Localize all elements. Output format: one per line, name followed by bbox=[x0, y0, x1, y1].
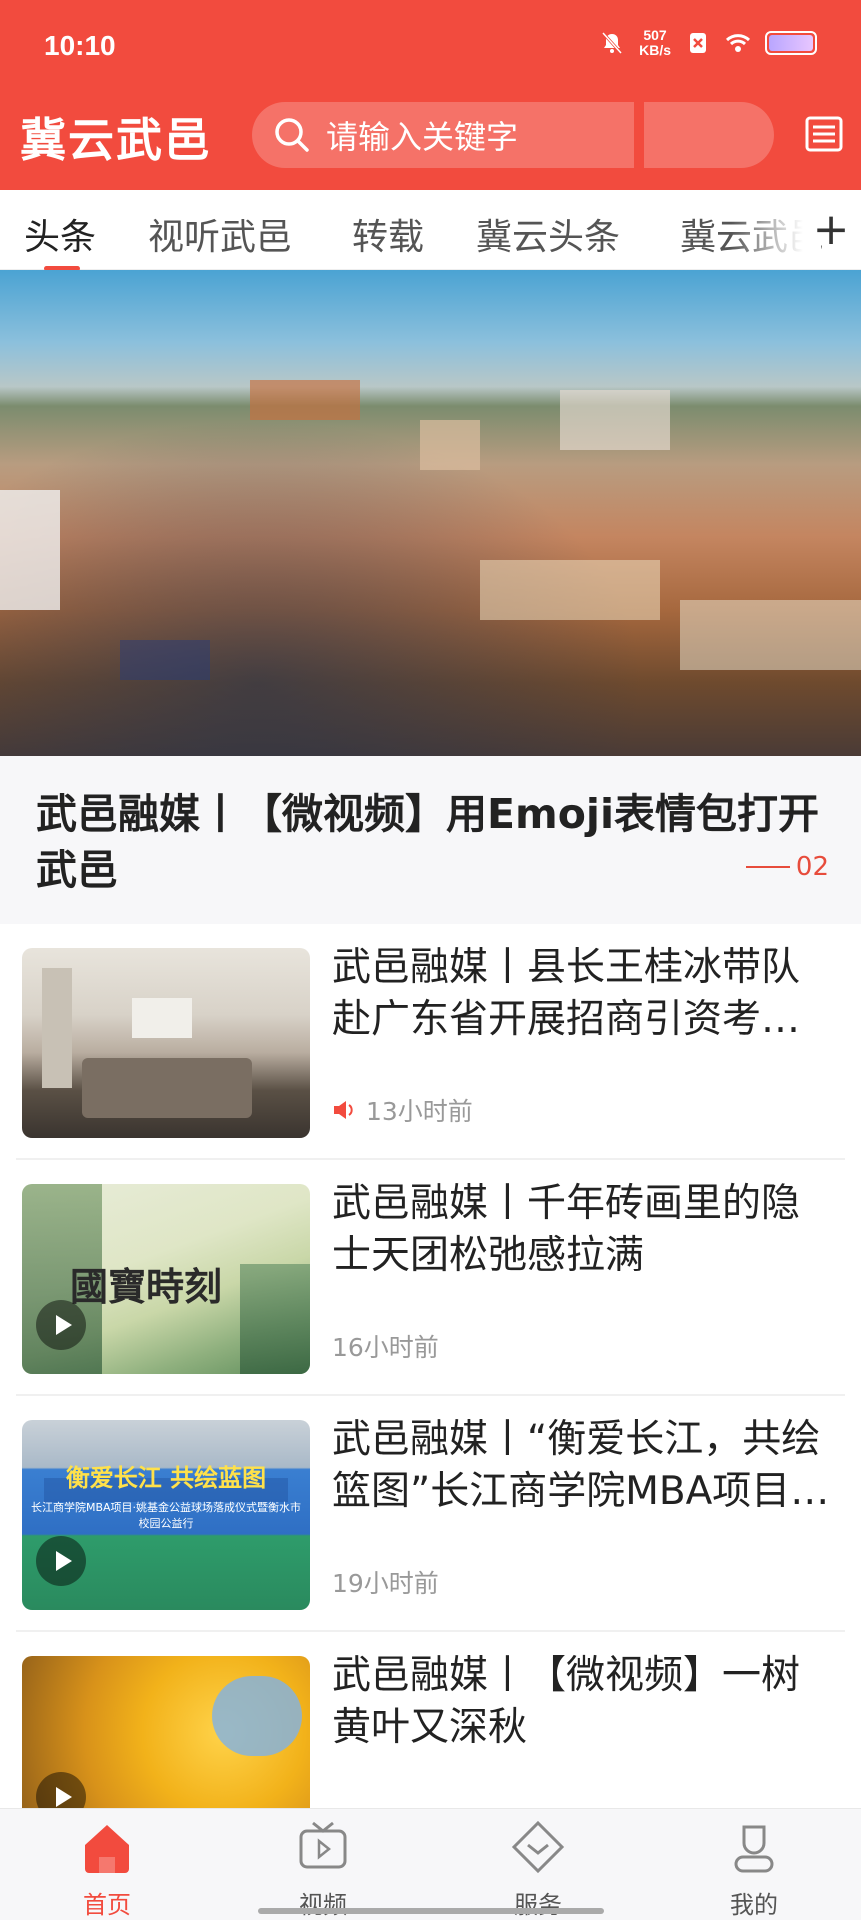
news-list-icon[interactable] bbox=[805, 116, 843, 152]
nav-home[interactable]: 首页 bbox=[47, 1817, 167, 1920]
news-time: 16小时前 bbox=[332, 1333, 439, 1362]
tab-fade-overlay bbox=[731, 190, 821, 268]
no-sim-icon bbox=[690, 33, 706, 53]
nav-label: 首页 bbox=[83, 1891, 131, 1919]
user-icon bbox=[734, 1825, 774, 1873]
search-placeholder: 请输入关键字 bbox=[326, 118, 519, 156]
news-item[interactable]: 國寶時刻 武邑融媒丨千年砖画里的隐士天团松弛感拉满 16小时前 bbox=[0, 1160, 861, 1396]
news-thumbnail bbox=[22, 948, 310, 1138]
tab-jiyun-toutiao[interactable]: 冀云头条 bbox=[476, 208, 620, 260]
status-icons: 507 KB/s bbox=[599, 28, 817, 58]
news-item[interactable]: 武邑融媒丨县长王桂冰带队赴广东省开展招商引资考察活动 13小时前 bbox=[0, 924, 861, 1160]
network-speed: 507 KB/s bbox=[639, 27, 671, 58]
tab-shiting-wuyi[interactable]: 视听武邑 bbox=[148, 208, 292, 260]
home-gesture-bar[interactable] bbox=[258, 1908, 604, 1914]
hero-title[interactable]: 武邑融媒丨【微视频】用Emoji表情包打开武邑 bbox=[36, 786, 826, 898]
add-tab-button[interactable]: + bbox=[811, 204, 851, 255]
nav-label: 我的 bbox=[730, 1891, 778, 1919]
nav-label: 服务 bbox=[514, 1891, 562, 1919]
nav-video[interactable]: 视频 bbox=[263, 1817, 383, 1920]
category-tabs: 头条 视听武邑 转载 冀云头条 冀云武邑 + bbox=[0, 190, 861, 271]
news-meta: 13小时前 bbox=[332, 1092, 473, 1128]
status-bar: 10:10 507 KB/s bbox=[0, 0, 861, 100]
thumb-subtext: 长江商学院MBA项目·姚基金公益球场落成仪式暨衡水市校园公益行 bbox=[30, 1501, 302, 1530]
hero-image[interactable] bbox=[0, 270, 861, 756]
battery-level bbox=[769, 35, 813, 51]
tab-toutiao[interactable]: 头条 bbox=[24, 208, 96, 260]
mute-bell-icon bbox=[601, 31, 623, 55]
tab-zhuanzai[interactable]: 转载 bbox=[352, 208, 424, 260]
nav-label: 视频 bbox=[299, 1891, 347, 1919]
thumb-banner-text: 衡爱长江 共绘蓝图 bbox=[65, 1464, 267, 1492]
battery-icon bbox=[765, 31, 817, 55]
search-button[interactable] bbox=[644, 102, 774, 168]
news-title[interactable]: 武邑融媒丨“衡爱长江，共绘篮图”长江商学院MBA项目·姚基金公益球场落成仪式 bbox=[332, 1414, 837, 1518]
news-time: 13小时前 bbox=[366, 1097, 473, 1126]
bottom-navigation: 首页 视频 服务 我的 bbox=[0, 1808, 861, 1920]
nav-service[interactable]: 服务 bbox=[478, 1817, 598, 1920]
news-thumbnail: 國寶時刻 bbox=[22, 1184, 310, 1374]
news-title[interactable]: 武邑融媒丨千年砖画里的隐士天团松弛感拉满 bbox=[332, 1178, 837, 1282]
app-logo: 冀云武邑 bbox=[20, 113, 212, 167]
service-icon bbox=[511, 1820, 565, 1874]
app-header: 10:10 507 KB/s 冀云武邑 请输入关键字 bbox=[0, 0, 861, 190]
search-input[interactable]: 请输入关键字 bbox=[252, 102, 644, 168]
audio-speaker-icon bbox=[334, 1101, 353, 1119]
search-icon bbox=[275, 118, 309, 152]
hero-page-indicator: 02 bbox=[746, 852, 829, 882]
status-time: 10:10 bbox=[44, 30, 116, 61]
search-bar[interactable]: 请输入关键字 bbox=[252, 102, 774, 168]
thumb-text: 國寶時刻 bbox=[70, 1264, 223, 1309]
play-icon[interactable] bbox=[36, 1536, 86, 1586]
play-icon[interactable] bbox=[36, 1300, 86, 1350]
tv-icon bbox=[299, 1821, 347, 1869]
nav-profile[interactable]: 我的 bbox=[694, 1817, 814, 1920]
news-time: 19小时前 bbox=[332, 1569, 439, 1598]
hero-caption[interactable]: 武邑融媒丨【微视频】用Emoji表情包打开武邑 02 bbox=[0, 756, 861, 924]
wifi-icon bbox=[725, 34, 751, 52]
news-meta: 19小时前 bbox=[332, 1564, 439, 1600]
news-title[interactable]: 武邑融媒丨【微视频】一树黄叶又深秋 bbox=[332, 1650, 837, 1754]
home-icon bbox=[85, 1825, 129, 1873]
news-meta: 16小时前 bbox=[332, 1328, 439, 1364]
news-title[interactable]: 武邑融媒丨县长王桂冰带队赴广东省开展招商引资考察活动 bbox=[332, 942, 837, 1046]
news-item[interactable]: 衡爱长江 共绘蓝图 长江商学院MBA项目·姚基金公益球场落成仪式暨衡水市校园公益… bbox=[0, 1396, 861, 1632]
news-thumbnail: 衡爱长江 共绘蓝图 长江商学院MBA项目·姚基金公益球场落成仪式暨衡水市校园公益… bbox=[22, 1420, 310, 1610]
